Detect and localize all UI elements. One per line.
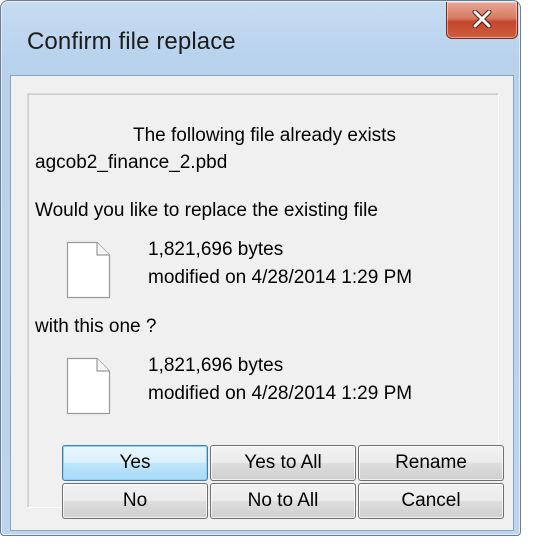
title-bar[interactable]: Confirm file replace [1,1,520,75]
cancel-button[interactable]: Cancel [358,483,504,519]
new-file-icon [66,357,111,415]
existing-file-size: 1,821,696 bytes [148,239,284,260]
yes-to-all-button[interactable]: Yes to All [210,445,356,481]
rename-button[interactable]: Rename [358,445,504,481]
close-button[interactable] [446,2,518,39]
existing-file-icon [66,241,111,299]
new-file-size: 1,821,696 bytes [148,355,284,376]
existing-file-modified: modified on 4/28/2014 1:29 PM [148,267,413,288]
no-to-all-button[interactable]: No to All [210,483,356,519]
yes-button[interactable]: Yes [62,445,208,481]
exists-message: The following file already exists [133,125,396,146]
file-name: agcob2_finance_2.pbd [35,152,228,173]
replace-question: Would you like to replace the existing f… [35,200,378,221]
close-icon [472,10,492,28]
with-this-one-label: with this one ? [35,316,157,337]
dialog-body: The following file already exists agcob2… [10,75,514,531]
no-button[interactable]: No [62,483,208,519]
new-file-modified: modified on 4/28/2014 1:29 PM [148,383,413,404]
dialog-window: Confirm file replace The following file … [0,0,521,536]
window-title: Confirm file replace [27,28,236,55]
